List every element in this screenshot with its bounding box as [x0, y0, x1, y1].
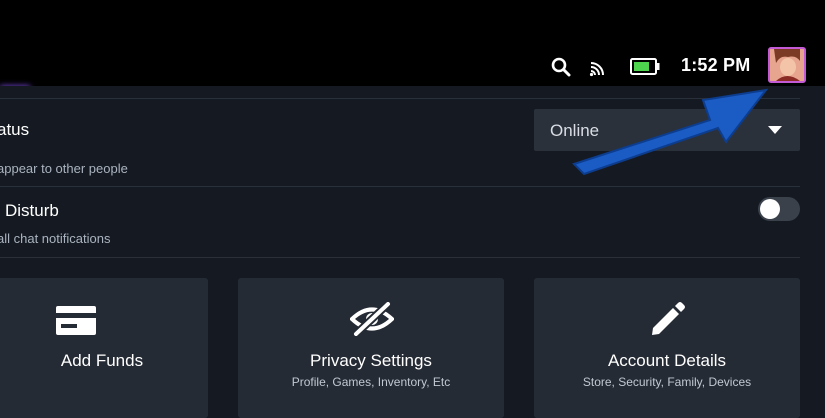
card-title: Privacy Settings — [310, 351, 432, 370]
dnd-row-subtitle: all chat notifications — [0, 231, 111, 246]
divider — [0, 257, 800, 258]
divider — [0, 186, 800, 187]
clock: 1:52 PM — [681, 55, 751, 75]
dnd-row-title: Disturb — [5, 201, 59, 220]
status-row-title: atus — [0, 120, 30, 139]
add-funds-card[interactable]: Add Funds — [0, 278, 208, 418]
privacy-settings-card[interactable]: Privacy Settings Profile, Games, Invento… — [238, 278, 504, 418]
account-details-card[interactable]: Account Details Store, Security, Family,… — [534, 278, 800, 418]
credit-card-icon — [56, 306, 96, 335]
card-title: Account Details — [607, 351, 727, 370]
pencil-icon — [652, 302, 685, 335]
divider — [0, 98, 800, 99]
toggle-knob — [760, 199, 780, 219]
status-row-subtitle: appear to other people — [0, 161, 128, 176]
do-not-disturb-toggle[interactable] — [758, 197, 800, 221]
settings-content: atus appear to other people Online Distu… — [0, 86, 825, 418]
status-dropdown-value: Online — [550, 121, 600, 140]
avatar[interactable] — [768, 47, 806, 83]
avatar-image — [770, 49, 804, 81]
card-subtitle: Profile, Games, Inventory, Etc — [291, 375, 451, 389]
top-bar: 1:52 PM — [0, 0, 825, 86]
chevron-down-icon — [768, 126, 782, 134]
eye-off-icon — [350, 302, 394, 336]
status-dropdown[interactable]: Online — [534, 109, 800, 151]
cast-icon[interactable] — [589, 58, 608, 77]
search-icon[interactable] — [551, 57, 571, 77]
card-subtitle: Store, Security, Family, Devices — [582, 375, 752, 389]
battery-icon — [630, 58, 660, 75]
card-title: Add Funds — [60, 351, 144, 370]
